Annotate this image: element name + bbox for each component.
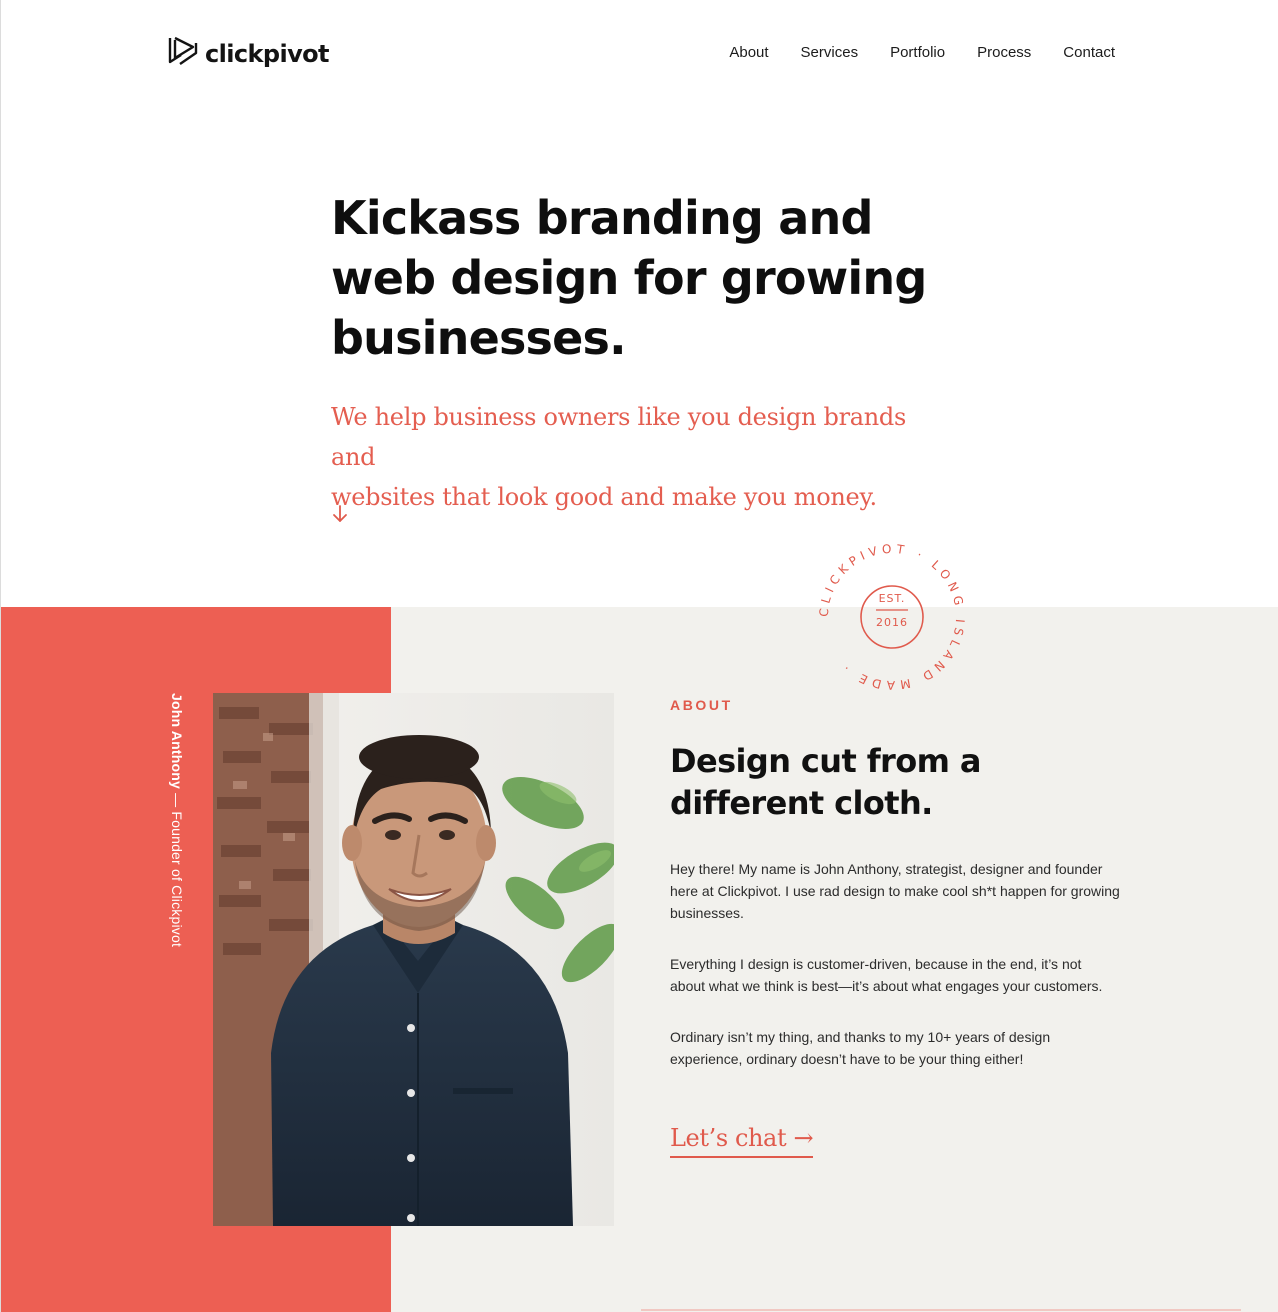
logo-text: clickpivot [205, 39, 329, 68]
nav-process[interactable]: Process [977, 44, 1031, 61]
divider [641, 1309, 1241, 1311]
about-paragraph: Hey there! My name is John Anthony, stra… [670, 861, 1120, 921]
nav-about[interactable]: About [729, 44, 768, 61]
nav-portfolio[interactable]: Portfolio [890, 44, 945, 61]
hero-title-line: businesses. [331, 311, 627, 365]
about-title-line: Design cut from a [670, 742, 981, 780]
about-eyebrow: ABOUT [670, 697, 733, 713]
hero-subtitle-line: websites that look good and make you mon… [331, 483, 877, 511]
about-title: Design cut from a different cloth. [670, 740, 1090, 824]
hero-subtitle-line: We help business owners like you design … [331, 403, 906, 471]
about-title-line: different cloth. [670, 784, 933, 822]
nav-contact[interactable]: Contact [1063, 44, 1115, 61]
hero-subtitle: We help business owners like you design … [331, 397, 931, 517]
lets-chat-link[interactable]: Let’s chat → [670, 1124, 814, 1158]
founder-caption: John Anthony — Founder of Clickpivot [169, 693, 185, 947]
founder-role: — Founder of Clickpivot [169, 788, 185, 948]
hero-title-line: Kickass branding and [331, 191, 873, 245]
nav-services[interactable]: Services [801, 44, 859, 61]
main-nav: About Services Portfolio Process Contact [729, 44, 1115, 61]
badge-year: 2016 [876, 616, 908, 629]
arrow-down-icon[interactable] [331, 503, 349, 525]
about-paragraph: Ordinary isn’t my thing, and thanks to m… [670, 1029, 1051, 1067]
hero-title-line: web design for growing [331, 251, 927, 305]
est-2016-badge: CLICKPIVOT · LONG ISLAND MADE · EST. 201… [813, 538, 971, 696]
clickpivot-logo-icon [167, 34, 199, 73]
badge-est: EST. [879, 592, 906, 605]
about-paragraph: Everything I design is customer-driven, … [670, 956, 1103, 994]
founder-photo [213, 693, 614, 1226]
founder-name: John Anthony [169, 693, 185, 789]
about-body: Hey there! My name is John Anthony, stra… [670, 858, 1120, 1099]
site-header: clickpivot About Services Portfolio Proc… [1, 0, 1278, 110]
hero-title: Kickass branding and web design for grow… [331, 188, 951, 368]
logo-link[interactable]: clickpivot [167, 34, 329, 73]
